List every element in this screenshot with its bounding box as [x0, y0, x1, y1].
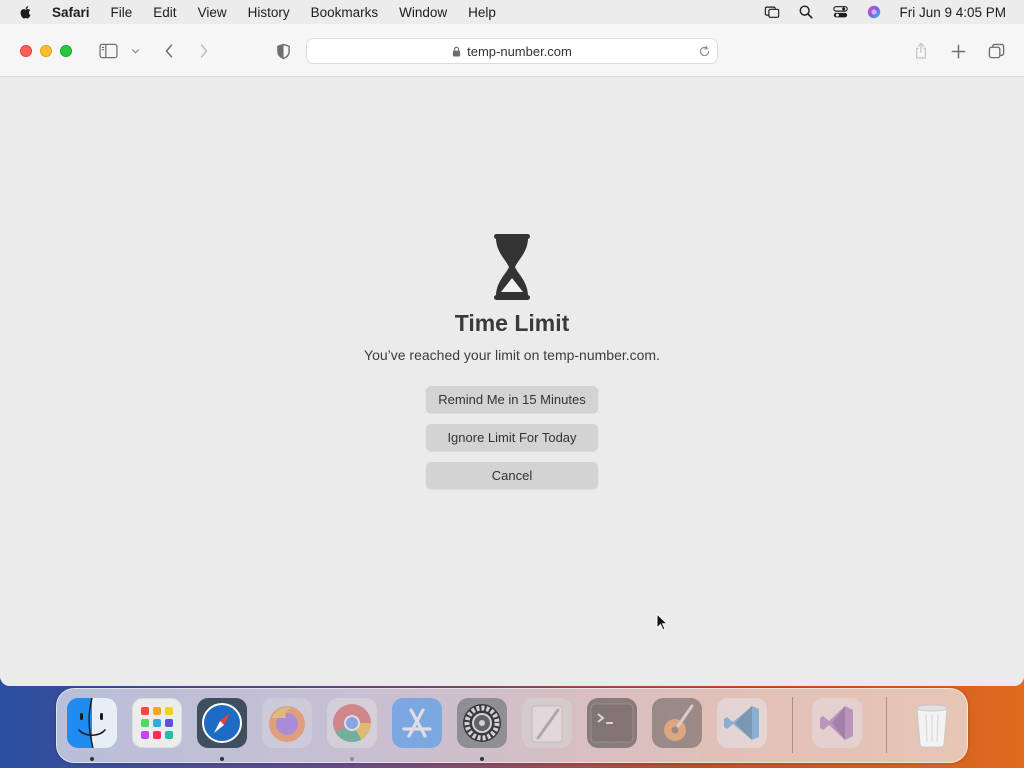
share-icon[interactable]	[909, 39, 933, 63]
hourglass-icon	[492, 234, 532, 300]
menu-bookmarks[interactable]: Bookmarks	[311, 5, 379, 20]
sidebar-toggle-icon[interactable]	[96, 39, 120, 63]
remind-me-button[interactable]: Remind Me in 15 Minutes	[426, 386, 598, 413]
address-bar[interactable]: temp-number.com	[306, 38, 718, 64]
dock-system-preferences-icon[interactable]	[457, 698, 507, 748]
dock-separator-trash	[886, 697, 887, 753]
status-area: Fri Jun 9 4:05 PM	[747, 0, 1006, 24]
forward-arrow-icon[interactable]	[192, 39, 216, 63]
dock-launchpad-icon[interactable]	[132, 698, 182, 748]
safari-running-indicator	[220, 757, 224, 761]
system-preferences-running-indicator	[480, 757, 484, 761]
page-title: Time Limit	[454, 310, 570, 336]
lock-icon	[452, 45, 462, 57]
window-close-button[interactable]	[20, 45, 32, 57]
dock-trash-icon[interactable]	[907, 698, 957, 748]
screen-mirroring-icon[interactable]	[763, 3, 781, 21]
siri-icon[interactable]	[865, 3, 883, 21]
dock-firefox-icon[interactable]	[262, 698, 312, 748]
menu-history[interactable]: History	[248, 5, 290, 20]
finder-running-indicator	[90, 757, 94, 761]
spotlight-search-icon[interactable]	[797, 3, 815, 21]
menu-app-name[interactable]: Safari	[52, 5, 90, 20]
ignore-limit-button[interactable]: Ignore Limit For Today	[426, 424, 598, 451]
reload-icon[interactable]	[696, 43, 712, 59]
page-content: Time Limit You’ve reached your limit on …	[0, 77, 1024, 686]
control-center-icon[interactable]	[831, 3, 849, 21]
safari-window: temp-number.com Time Limit You’ve reache…	[0, 24, 1024, 686]
dock-visual-studio-icon[interactable]	[812, 698, 862, 748]
dock-vscode-icon[interactable]	[717, 698, 767, 748]
apple-logo-icon[interactable]	[18, 3, 36, 21]
new-tab-plus-icon[interactable]	[946, 39, 970, 63]
dock-terminal-icon[interactable]	[587, 698, 637, 748]
menu-view[interactable]: View	[198, 5, 227, 20]
menu-edit[interactable]: Edit	[153, 5, 176, 20]
menu-file[interactable]: File	[111, 5, 133, 20]
menu-help[interactable]: Help	[468, 5, 496, 20]
privacy-shield-icon[interactable]	[271, 39, 295, 63]
menu-clock[interactable]: Fri Jun 9 4:05 PM	[899, 5, 1006, 20]
dock-safari-icon[interactable]	[197, 698, 247, 748]
dock-chrome-icon[interactable]	[327, 698, 377, 748]
chrome-running-indicator	[350, 757, 354, 761]
chevron-down-icon[interactable]	[126, 39, 144, 63]
dock-finder-icon[interactable]	[67, 698, 117, 748]
menu-window[interactable]: Window	[399, 5, 447, 20]
mouse-cursor-icon	[656, 612, 669, 631]
back-arrow-icon[interactable]	[157, 39, 181, 63]
dock-separator	[792, 697, 793, 753]
dock-instruments-icon[interactable]	[652, 698, 702, 748]
tab-overview-icon[interactable]	[984, 39, 1008, 63]
limit-message: You’ve reached your limit on temp-number…	[364, 347, 660, 363]
window-zoom-button[interactable]	[60, 45, 72, 57]
menu-bar: Safari File Edit View History Bookmarks …	[0, 0, 1024, 24]
window-minimize-button[interactable]	[40, 45, 52, 57]
dock-app-store-icon[interactable]	[392, 698, 442, 748]
dock	[56, 688, 968, 763]
dock-script-editor-icon[interactable]	[522, 698, 572, 748]
cancel-button[interactable]: Cancel	[426, 462, 598, 489]
address-url: temp-number.com	[467, 43, 572, 59]
safari-toolbar: temp-number.com	[0, 24, 1024, 77]
